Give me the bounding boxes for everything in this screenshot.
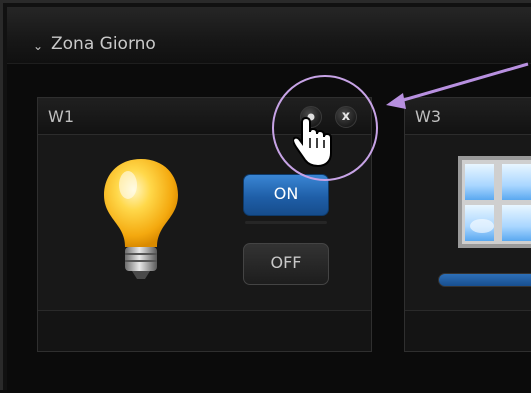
annotation-arrow-icon: [386, 62, 529, 109]
hand-pointer-icon: [293, 116, 332, 168]
